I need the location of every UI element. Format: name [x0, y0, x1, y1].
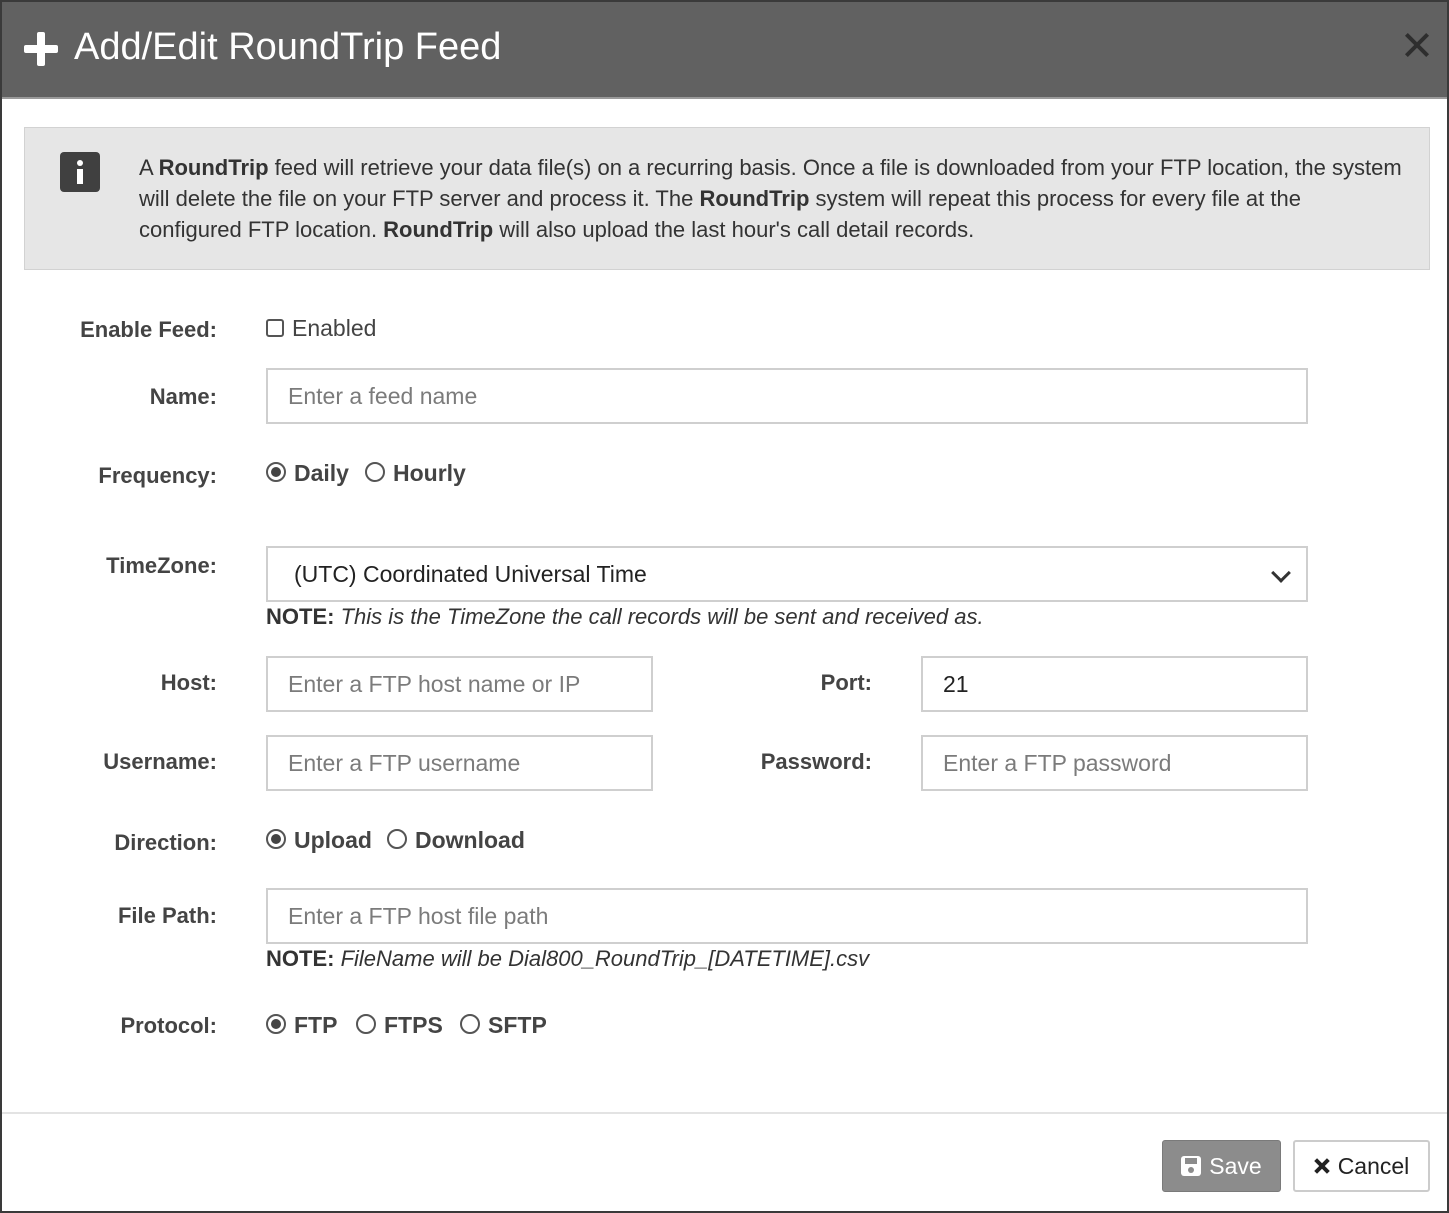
info-icon: [60, 152, 100, 192]
password-label: Password:: [760, 749, 872, 774]
password-placeholder: Enter a FTP password: [943, 749, 1172, 776]
frequency-label: Frequency:: [98, 463, 217, 488]
frequency-daily-radio[interactable]: [266, 462, 286, 482]
port-value: 21: [943, 670, 969, 697]
protocol-ftps-label[interactable]: FTPS: [384, 1012, 443, 1039]
timezone-selected-value: (UTC) Coordinated Universal Time: [294, 560, 647, 587]
port-label: Port:: [820, 670, 872, 695]
protocol-label: Protocol:: [120, 1013, 217, 1038]
name-label: Name:: [149, 384, 217, 409]
direction-download-radio[interactable]: [387, 829, 407, 849]
protocol-ftps-radio[interactable]: [356, 1014, 376, 1034]
cancel-button-label: Cancel: [1337, 1152, 1410, 1179]
port-input[interactable]: 21: [921, 656, 1308, 712]
feed-name-placeholder: Enter a feed name: [288, 382, 478, 409]
plus-icon: [24, 32, 58, 66]
frequency-hourly-radio[interactable]: [365, 462, 385, 482]
file-path-input[interactable]: Enter a FTP host file path: [266, 888, 1308, 944]
direction-upload-label[interactable]: Upload: [294, 827, 372, 854]
file-path-placeholder: Enter a FTP host file path: [288, 902, 549, 929]
timezone-select[interactable]: (UTC) Coordinated Universal Time: [266, 546, 1308, 602]
frequency-hourly-label[interactable]: Hourly: [393, 460, 466, 487]
protocol-ftp-label[interactable]: FTP: [294, 1012, 337, 1039]
protocol-ftp-radio[interactable]: [266, 1014, 286, 1034]
enabled-checkbox-label[interactable]: Enabled: [292, 315, 376, 342]
save-button[interactable]: Save: [1162, 1140, 1281, 1192]
direction-label: Direction:: [114, 830, 217, 855]
cancel-button[interactable]: Cancel: [1293, 1140, 1430, 1192]
protocol-sftp-label[interactable]: SFTP: [488, 1012, 547, 1039]
floppy-disk-icon: [1181, 1156, 1202, 1176]
feed-name-input[interactable]: Enter a feed name: [266, 368, 1308, 424]
save-button-label: Save: [1209, 1152, 1262, 1179]
chevron-down-icon: [1271, 563, 1291, 583]
file-path-label: File Path:: [117, 903, 217, 928]
file-path-note: NOTE: FileName will be Dial800_RoundTrip…: [266, 946, 870, 971]
x-icon: [1314, 1158, 1330, 1174]
info-alert: A RoundTrip feed will retrieve your data…: [24, 127, 1430, 270]
password-input[interactable]: Enter a FTP password: [921, 735, 1308, 791]
dialog-title: Add/Edit RoundTrip Feed: [74, 26, 502, 68]
close-icon[interactable]: [1402, 30, 1432, 60]
footer-divider: [2, 1112, 1447, 1114]
enable-feed-label: Enable Feed:: [80, 317, 217, 342]
protocol-sftp-radio[interactable]: [460, 1014, 480, 1034]
dialog-header: Add/Edit RoundTrip Feed: [2, 2, 1447, 99]
frequency-daily-label[interactable]: Daily: [294, 460, 349, 487]
enabled-checkbox[interactable]: [266, 319, 284, 337]
info-text: A RoundTrip feed will retrieve your data…: [139, 155, 1402, 242]
timezone-note: NOTE: This is the TimeZone the call reco…: [266, 604, 984, 629]
direction-download-label[interactable]: Download: [415, 827, 525, 854]
timezone-label: TimeZone:: [106, 553, 217, 578]
direction-upload-radio[interactable]: [266, 829, 286, 849]
add-edit-roundtrip-feed-dialog: Add/Edit RoundTrip Feed A RoundTrip feed…: [0, 0, 1449, 1213]
